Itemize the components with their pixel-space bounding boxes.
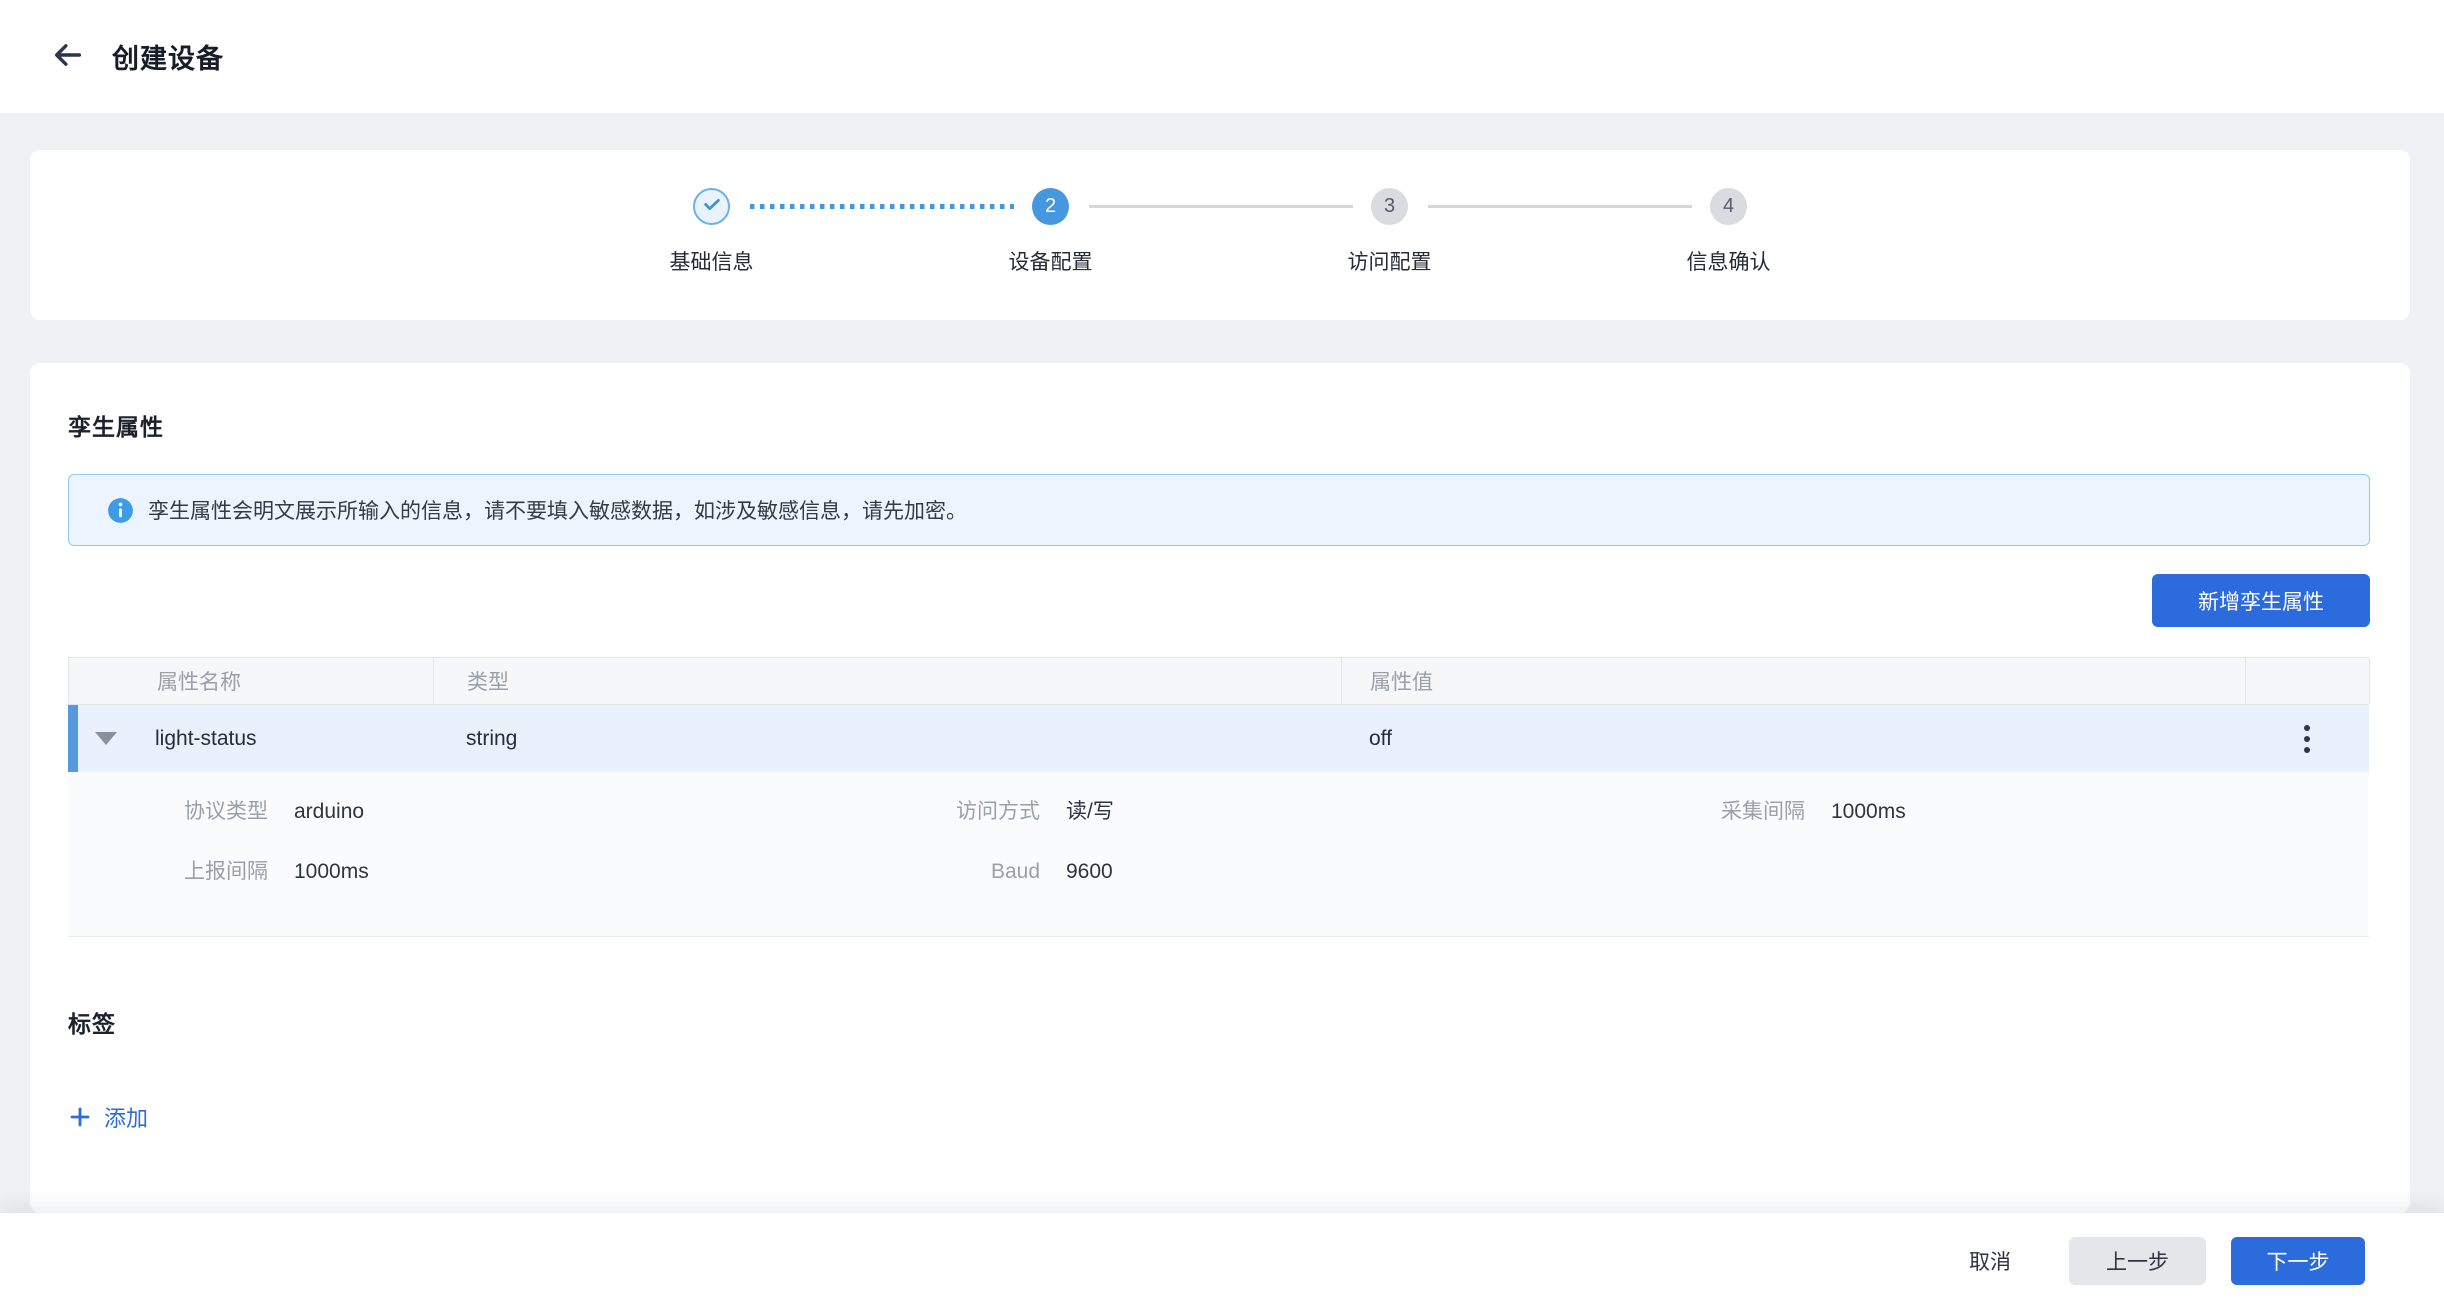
stepper-card: 基础信息 2 设备配置 3 访问配置 4 信息确认	[30, 150, 2410, 320]
step-info-confirm[interactable]: 4 信息确认	[1559, 188, 1898, 276]
info-alert: 孪生属性会明文展示所输入的信息，请不要填入敏感数据，如涉及敏感信息，请先加密。	[68, 474, 2370, 546]
alert-text: 孪生属性会明文展示所输入的信息，请不要填入敏感数据，如涉及敏感信息，请先加密。	[148, 495, 967, 525]
column-header-actions	[2246, 658, 2370, 704]
next-step-button[interactable]: 下一步	[2231, 1237, 2365, 1285]
step-label: 信息确认	[1687, 246, 1771, 276]
detail-report-interval: 上报间隔 1000ms	[68, 858, 868, 886]
step-label: 设备配置	[1009, 246, 1093, 276]
add-tag-button[interactable]: 添加	[68, 1101, 148, 1133]
back-button[interactable]	[50, 39, 86, 75]
row-expanded-details: 协议类型 arduino 访问方式 读/写 采集间隔 1000ms 上报间隔 1…	[68, 772, 2369, 937]
step-basic-info[interactable]: 基础信息	[542, 188, 881, 276]
property-type: string	[433, 705, 1341, 772]
row-actions-kebab-icon[interactable]	[2294, 719, 2320, 759]
column-header-type: 类型	[434, 658, 1342, 704]
plus-icon	[68, 1105, 92, 1129]
page-title: 创建设备	[112, 37, 224, 76]
twin-properties-title: 孪生属性	[68, 363, 2372, 442]
step-done-circle	[693, 188, 730, 225]
step-device-config[interactable]: 2 设备配置	[881, 188, 1220, 276]
check-icon	[701, 193, 723, 221]
arrow-left-icon	[51, 38, 85, 75]
step-number: 3	[1371, 188, 1408, 225]
add-twin-property-button[interactable]: 新增孪生属性	[2152, 574, 2370, 627]
step-label: 访问配置	[1348, 246, 1432, 276]
info-icon	[107, 497, 134, 524]
wizard-stepper: 基础信息 2 设备配置 3 访问配置 4 信息确认	[542, 150, 1898, 276]
table-header-row: 属性名称 类型 属性值	[68, 657, 2369, 705]
add-tag-label: 添加	[104, 1101, 148, 1133]
property-name: light-status	[155, 727, 257, 751]
footer-action-bar: 取消 上一步 下一步	[0, 1213, 2444, 1308]
step-number: 2	[1032, 188, 1069, 225]
step-access-config[interactable]: 3 访问配置	[1220, 188, 1559, 276]
detail-baud: Baud 9600	[868, 858, 1633, 886]
table-toolbar: 新增孪生属性	[68, 574, 2370, 627]
detail-access-mode: 访问方式 读/写	[868, 798, 1633, 826]
previous-step-button[interactable]: 上一步	[2069, 1237, 2206, 1285]
column-header-name: 属性名称	[69, 658, 434, 704]
column-header-value: 属性值	[1342, 658, 2246, 704]
collapse-arrow-icon[interactable]	[95, 732, 117, 745]
step-number: 4	[1710, 188, 1747, 225]
step-label: 基础信息	[670, 246, 754, 276]
main-content-card: 孪生属性 孪生属性会明文展示所输入的信息，请不要填入敏感数据，如涉及敏感信息，请…	[30, 363, 2410, 1213]
detail-collect-interval: 采集间隔 1000ms	[1633, 798, 2369, 826]
twin-properties-table: 属性名称 类型 属性值 light-status string off 协议类型…	[68, 657, 2369, 937]
cancel-button[interactable]: 取消	[1969, 1246, 2011, 1276]
table-row[interactable]: light-status string off	[68, 705, 2369, 772]
tags-title: 标签	[68, 937, 2372, 1039]
app-header: 创建设备	[0, 0, 2444, 113]
detail-protocol-type: 协议类型 arduino	[68, 798, 868, 826]
property-value: off	[1341, 705, 2245, 772]
